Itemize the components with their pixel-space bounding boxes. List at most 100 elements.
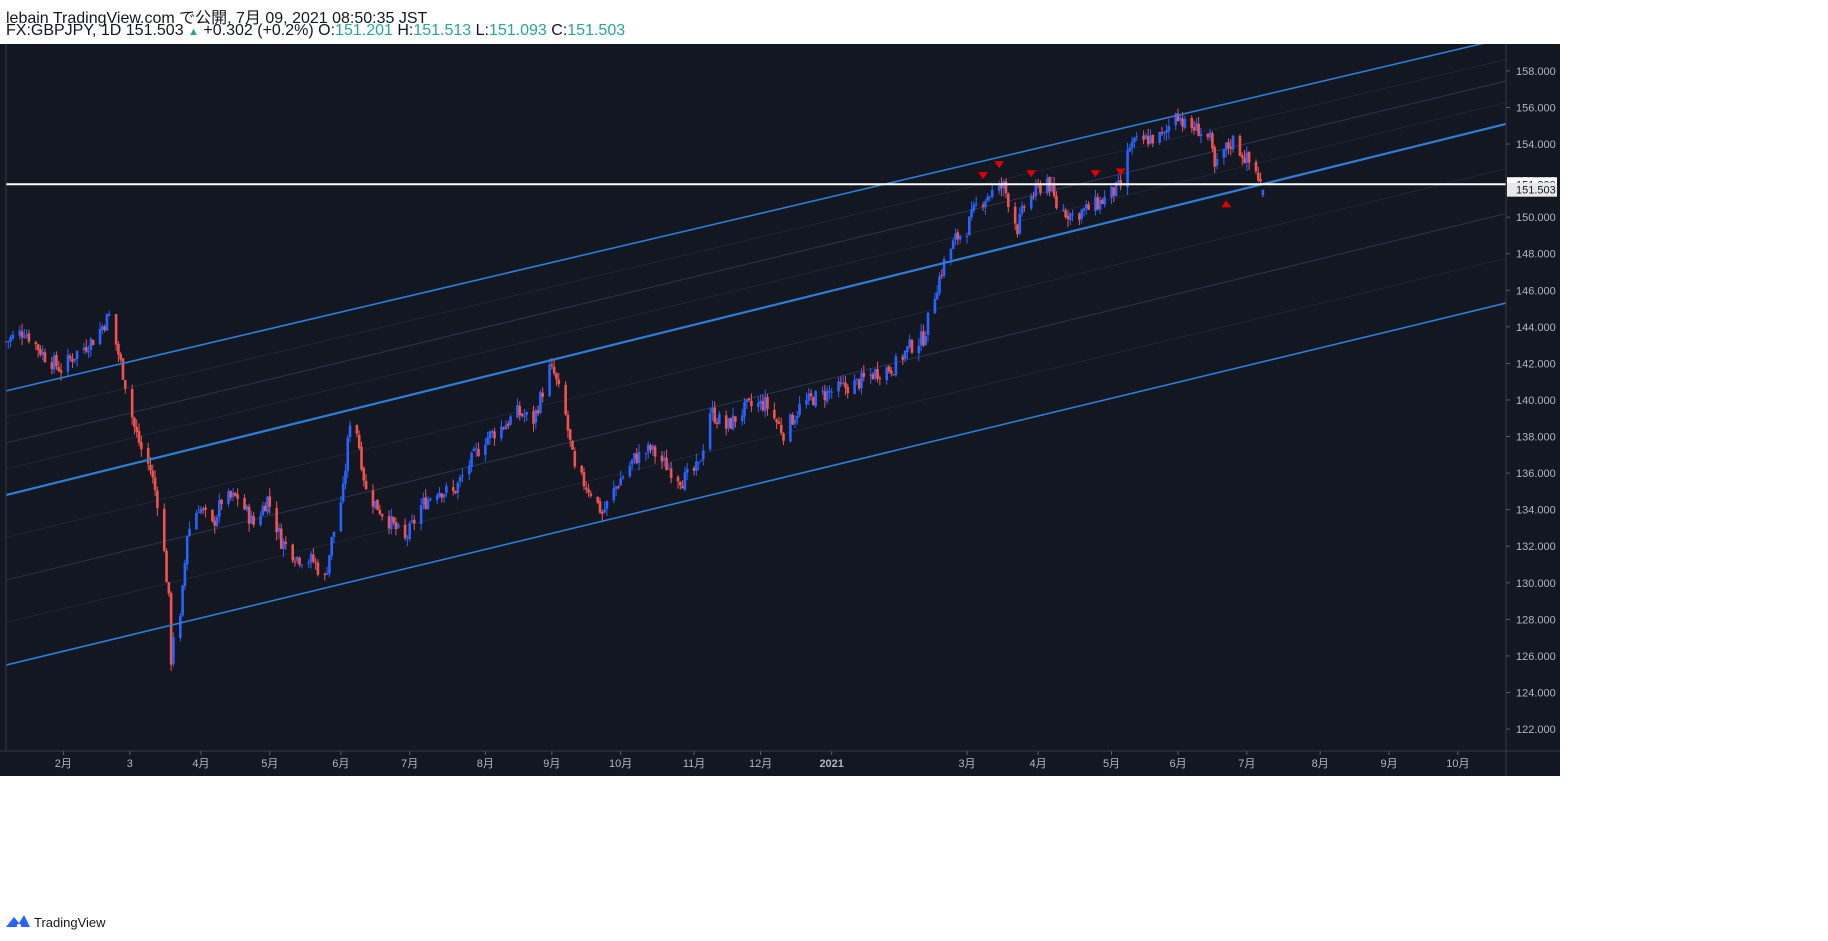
candle-body xyxy=(84,346,88,352)
candle-body xyxy=(823,391,827,401)
candle-body xyxy=(71,358,74,362)
candle-body xyxy=(988,196,992,198)
candle-body xyxy=(146,448,150,464)
chart-area[interactable]: 122.000 124.000 126.000 128.000 130.000 132.0… xyxy=(0,0,1828,941)
candle-body xyxy=(1231,135,1235,150)
candle-body xyxy=(924,335,928,345)
candle-body xyxy=(568,429,572,441)
candle-body xyxy=(892,374,895,376)
candle-body xyxy=(1243,157,1246,164)
candle-body xyxy=(204,507,207,510)
candle-body xyxy=(601,512,604,514)
time-tick-label: 2月 xyxy=(55,758,72,770)
candle-body xyxy=(662,457,666,461)
candle-body xyxy=(105,314,109,331)
candle-body xyxy=(651,445,655,450)
candle-body xyxy=(1094,196,1097,212)
candle-body xyxy=(117,343,120,355)
tradingview-logo-icon[interactable] xyxy=(6,913,30,931)
candle-body xyxy=(506,423,510,426)
candle-body xyxy=(791,415,794,425)
price-tick-label: 122.000 xyxy=(1516,724,1556,736)
candle-body xyxy=(683,472,687,490)
candle-body xyxy=(236,494,239,499)
candle-body xyxy=(1146,135,1150,145)
candle-body xyxy=(917,345,921,354)
candle-body xyxy=(403,524,407,538)
candle-body xyxy=(584,487,588,490)
candle-body xyxy=(922,331,925,346)
candle-body xyxy=(763,396,767,411)
candle-body xyxy=(1032,196,1035,198)
candle-body xyxy=(9,337,12,342)
candle-body xyxy=(1096,197,1100,210)
candle-body xyxy=(809,393,813,397)
candle-body xyxy=(628,465,632,477)
brand-label[interactable]: TradingView xyxy=(34,915,106,930)
time-tick-label: 6月 xyxy=(1169,758,1186,770)
candle-body xyxy=(1082,208,1086,211)
chart-header: lebain TradingView.com で公開, 7月 09, 2021 … xyxy=(0,0,1828,44)
candle-body xyxy=(390,515,393,529)
candle-body xyxy=(1080,209,1083,219)
candle-body xyxy=(36,344,40,351)
candle-body xyxy=(107,313,111,316)
candle-body xyxy=(747,398,751,401)
candle-body xyxy=(477,449,480,456)
candle-body xyxy=(773,409,776,419)
time-tick-label: 7月 xyxy=(1238,758,1255,770)
candle-body xyxy=(990,189,994,197)
time-tick-label: 9月 xyxy=(543,758,560,770)
candle-body xyxy=(387,516,391,529)
candle-body xyxy=(87,351,90,353)
candle-body xyxy=(564,384,567,415)
candle-body xyxy=(571,440,574,450)
candle-body xyxy=(949,248,953,260)
candle-body xyxy=(66,354,70,372)
candle-body xyxy=(940,274,944,276)
candle-body xyxy=(169,593,173,665)
candle-body xyxy=(1039,184,1042,193)
price-axis[interactable]: 122.000 124.000 126.000 128.000 130.000 132.0… xyxy=(1506,44,1560,751)
price-tick-label: 128.000 xyxy=(1516,614,1556,626)
candle-body xyxy=(550,364,554,366)
candle-body xyxy=(504,424,508,430)
candle-body xyxy=(348,425,352,438)
candle-body xyxy=(1071,213,1074,215)
candle-body xyxy=(846,386,850,394)
candle-body xyxy=(933,298,937,314)
candle-body xyxy=(587,489,590,493)
candle-body xyxy=(518,406,522,416)
price-tick-label: 140.000 xyxy=(1516,395,1556,407)
candle-body xyxy=(59,370,63,373)
candle-body xyxy=(376,499,379,511)
candle-body xyxy=(743,401,746,417)
candle-body xyxy=(1023,206,1026,208)
time-tick-label: 6月 xyxy=(332,758,349,770)
candle-body xyxy=(424,497,428,509)
time-tick-label: 4月 xyxy=(1030,758,1047,770)
time-tick-label: 3 xyxy=(127,758,133,770)
candle-body xyxy=(798,403,801,415)
candle-body xyxy=(1181,118,1184,127)
close-label: C: xyxy=(551,22,568,39)
candle-body xyxy=(484,444,487,456)
candle-body xyxy=(974,203,978,205)
time-tick-label: 2021 xyxy=(819,758,843,770)
footer: TradingView xyxy=(0,903,1828,941)
candle-body xyxy=(766,396,769,409)
candle-body xyxy=(291,544,294,561)
candle-body xyxy=(968,216,971,236)
candle-body xyxy=(229,491,233,498)
candle-body xyxy=(873,369,877,379)
time-axis[interactable]: 2月 3 4月 5月 6月 7月 8月 9月 10月 11月 12月 2021 3月 4月 5月 6月 7月 8月… xyxy=(0,751,1560,776)
price-tick-label: 124.000 xyxy=(1516,687,1556,699)
candle-body xyxy=(1128,147,1132,152)
candle-body xyxy=(422,498,425,505)
candle-body xyxy=(681,485,684,489)
candle-body xyxy=(1130,141,1134,148)
candle-body xyxy=(406,537,409,539)
candle-body xyxy=(50,362,54,370)
candle-body xyxy=(11,334,15,339)
candle-body xyxy=(541,392,544,397)
